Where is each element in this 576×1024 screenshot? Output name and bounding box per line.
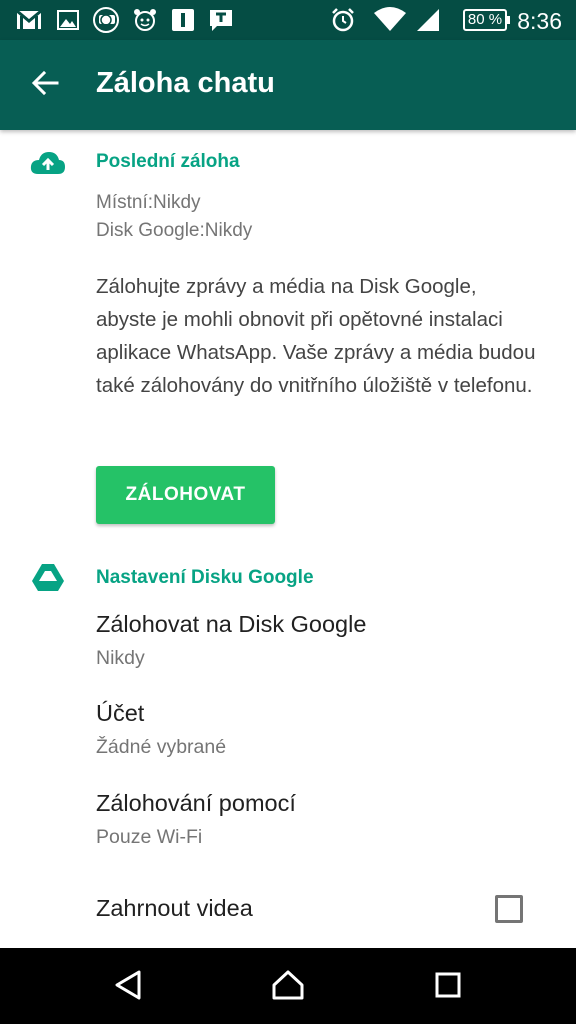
backup-description: Zálohujte zprávy a média na Disk Google,… (96, 275, 536, 397)
app-badge-icon (92, 7, 122, 33)
pref-title: Zálohování pomocí (96, 790, 296, 816)
wifi-icon (372, 7, 408, 33)
pref-title: Zálohovat na Disk Google (96, 611, 367, 637)
status-time: 8:36 (517, 8, 562, 34)
include-videos-checkbox[interactable] (495, 895, 523, 923)
pref-title: Účet (96, 700, 145, 726)
message-icon (208, 7, 234, 33)
pref-subtitle: Nikdy (96, 647, 145, 669)
pref-subtitle: Žádné vybrané (96, 736, 227, 758)
navigation-bar (0, 948, 576, 1024)
last-backup-title: Poslední záloha (96, 151, 240, 172)
drive-backup-status: Disk Google:Nikdy (96, 220, 253, 241)
pref-subtitle: Pouze Wi-Fi (96, 826, 203, 848)
local-backup-status: Místní:Nikdy (96, 192, 201, 213)
nav-recents-button[interactable] (425, 964, 471, 1010)
drive-settings-title: Nastavení Disku Google (96, 567, 314, 588)
app-bar: Záloha chatu (0, 40, 576, 130)
battery-icon: 80 % (463, 9, 510, 31)
cloud-upload-icon (30, 148, 66, 178)
recents-icon (434, 971, 462, 1004)
nav-home-button[interactable] (265, 964, 311, 1010)
page-title: Záloha chatu (96, 67, 275, 99)
back-triangle-icon (113, 969, 143, 1006)
backup-button[interactable]: ZÁLOHOVAT (96, 466, 275, 524)
pref-account[interactable]: Účet Žádné vybrané (0, 700, 576, 770)
pref-title: Zahrnout videa (96, 895, 253, 921)
nav-back-button[interactable] (105, 964, 151, 1010)
gallery-icon (56, 7, 80, 33)
alarm-clock-icon (330, 7, 356, 33)
content: Poslední záloha Místní:Nikdy Disk Google… (0, 130, 576, 948)
back-button[interactable] (22, 62, 68, 108)
home-icon (271, 969, 305, 1006)
google-drive-icon (30, 563, 66, 593)
alarm-app-icon (132, 7, 158, 33)
pref-backup-to-drive[interactable]: Zálohovat na Disk Google Nikdy (0, 611, 576, 681)
signal-icon (414, 7, 442, 33)
info-icon (170, 7, 196, 33)
arrow-left-icon (31, 69, 59, 102)
pref-include-videos[interactable]: Zahrnout videa (0, 895, 576, 935)
status-bar: 80 % 8:36 (0, 0, 576, 40)
gmail-icon (16, 7, 42, 33)
pref-backup-over[interactable]: Zálohování pomocí Pouze Wi-Fi (0, 790, 576, 860)
